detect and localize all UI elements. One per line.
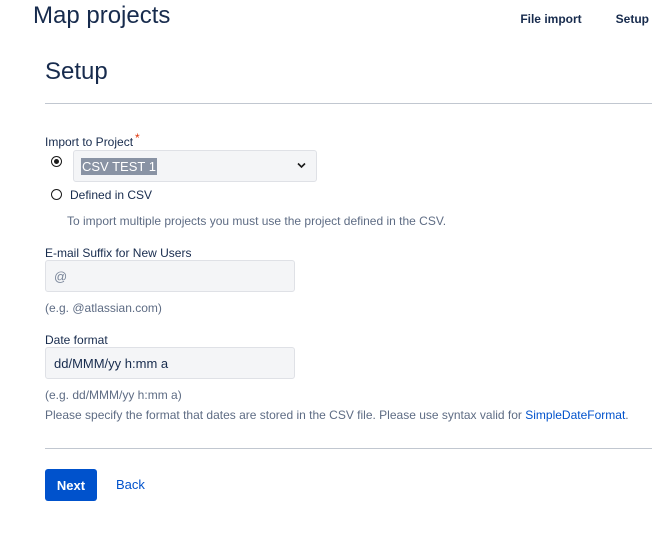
date-format-description-end: .: [625, 408, 629, 422]
chevron-down-icon: [297, 162, 306, 169]
project-select-value: CSV TEST 1: [81, 158, 157, 175]
nav-setup[interactable]: Setup: [616, 12, 649, 26]
email-suffix-label: E-mail Suffix for New Users: [45, 246, 192, 260]
defined-in-csv-hint: To import multiple projects you must use…: [67, 214, 447, 228]
header-divider: [45, 103, 652, 104]
footer-divider: [45, 448, 652, 449]
import-to-project-label-text: Import to Project: [45, 135, 134, 149]
nav-file-import[interactable]: File import: [520, 12, 581, 26]
radio-defined-in-csv[interactable]: [51, 189, 62, 200]
date-format-description: Please specify the format that dates are…: [45, 408, 629, 422]
radio-select-project[interactable]: [51, 156, 62, 167]
project-select[interactable]: CSV TEST 1: [73, 150, 317, 182]
required-mark: *: [135, 131, 140, 145]
simpledateformat-link[interactable]: SimpleDateFormat: [525, 408, 625, 422]
section-title: Setup: [45, 58, 108, 85]
next-button[interactable]: Next: [45, 469, 97, 501]
top-nav: File import Setup: [520, 12, 649, 26]
email-suffix-input[interactable]: [45, 260, 295, 292]
date-format-label: Date format: [45, 333, 108, 347]
email-suffix-hint: (e.g. @atlassian.com): [45, 301, 162, 315]
page: Map projects File import Setup Setup Imp…: [0, 0, 652, 535]
date-format-input[interactable]: [45, 347, 295, 379]
import-to-project-label: Import to Project *: [45, 131, 140, 149]
page-title: Map projects: [33, 2, 171, 29]
date-format-example: (e.g. dd/MMM/yy h:mm a): [45, 388, 182, 402]
defined-in-csv-label: Defined in CSV: [70, 188, 153, 202]
back-link[interactable]: Back: [110, 469, 151, 501]
date-format-description-text: Please specify the format that dates are…: [45, 408, 526, 422]
